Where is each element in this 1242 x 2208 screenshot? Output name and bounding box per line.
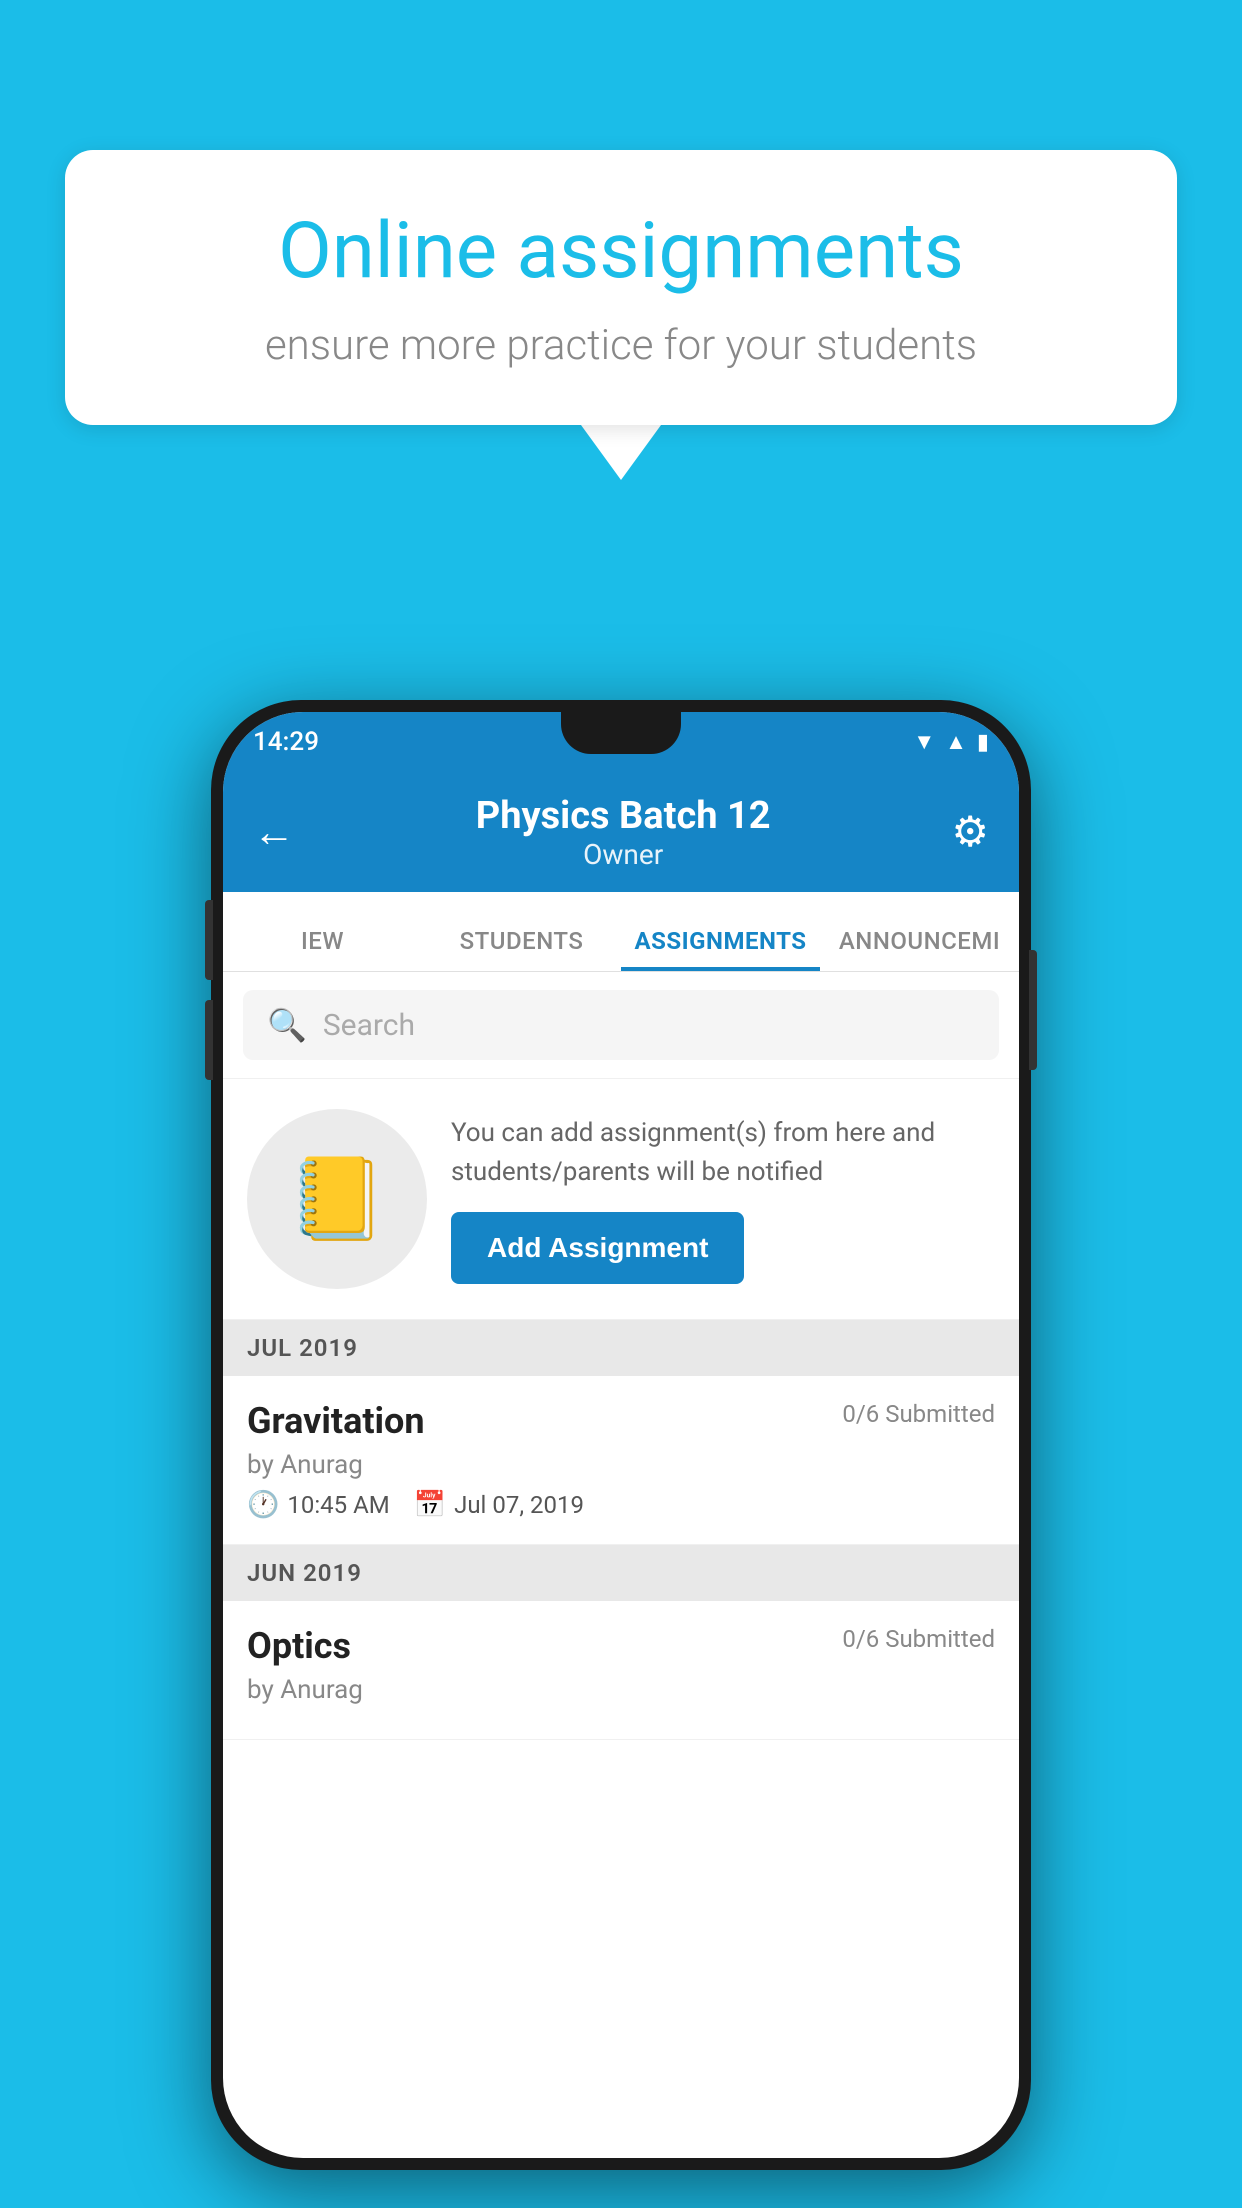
section-header-jun: JUN 2019 <box>223 1545 1019 1601</box>
tab-bar: IEW STUDENTS ASSIGNMENTS ANNOUNCEMI <box>223 892 1019 972</box>
tab-iew[interactable]: IEW <box>223 927 422 971</box>
power-button <box>1029 950 1037 1070</box>
signal-icon: ▲ <box>945 729 967 755</box>
assignment-top-optics: Optics 0/6 Submitted <box>247 1625 995 1667</box>
promo-content: You can add assignment(s) from here and … <box>451 1114 995 1284</box>
phone-frame: 14:29 ▼ ▲ ▮ ← Physics Batch 12 Owner ⚙ I… <box>211 700 1031 2170</box>
clock-icon: 🕐 <box>247 1490 279 1520</box>
speech-bubble-subtitle: ensure more practice for your students <box>135 321 1107 370</box>
tab-students[interactable]: STUDENTS <box>422 927 621 971</box>
section-header-jul: JUL 2019 <box>223 1320 1019 1376</box>
assignment-by-optics: by Anurag <box>247 1675 995 1705</box>
tab-assignments[interactable]: ASSIGNMENTS <box>621 927 820 971</box>
header-center: Physics Batch 12 Owner <box>476 794 771 871</box>
add-assignment-button[interactable]: Add Assignment <box>451 1212 744 1284</box>
header-subtitle: Owner <box>476 838 771 871</box>
add-assignment-promo: 📒 You can add assignment(s) from here an… <box>223 1079 1019 1320</box>
settings-icon[interactable]: ⚙ <box>951 807 989 857</box>
search-placeholder-text: Search <box>323 1008 415 1043</box>
speech-bubble-container: Online assignments ensure more practice … <box>65 150 1177 480</box>
assignment-date: 📅 Jul 07, 2019 <box>414 1490 584 1520</box>
assignment-item-optics[interactable]: Optics 0/6 Submitted by Anurag <box>223 1601 1019 1740</box>
volume-down-button <box>205 1000 213 1080</box>
assignment-status-optics: 0/6 Submitted <box>842 1625 995 1653</box>
notebook-icon: 📒 <box>287 1152 387 1246</box>
assignment-date-value: Jul 07, 2019 <box>454 1491 584 1519</box>
tab-announcements[interactable]: ANNOUNCEMI <box>820 927 1019 971</box>
battery-icon: ▮ <box>977 730 989 755</box>
speech-bubble-title: Online assignments <box>135 205 1107 299</box>
promo-text: You can add assignment(s) from here and … <box>451 1114 995 1192</box>
assignment-meta: 🕐 10:45 AM 📅 Jul 07, 2019 <box>247 1490 995 1520</box>
app-header: ← Physics Batch 12 Owner ⚙ <box>223 772 1019 892</box>
assignment-top: Gravitation 0/6 Submitted <box>247 1400 995 1442</box>
search-icon: 🔍 <box>267 1006 307 1044</box>
phone-screen: 14:29 ▼ ▲ ▮ ← Physics Batch 12 Owner ⚙ I… <box>223 712 1019 2158</box>
back-button[interactable]: ← <box>253 808 295 857</box>
assignment-name: Gravitation <box>247 1400 425 1442</box>
wifi-icon: ▼ <box>913 729 935 755</box>
header-title: Physics Batch 12 <box>476 794 771 838</box>
assignment-by: by Anurag <box>247 1450 995 1480</box>
assignment-status: 0/6 Submitted <box>842 1400 995 1428</box>
status-bar: 14:29 ▼ ▲ ▮ <box>223 712 1019 772</box>
status-time: 14:29 <box>253 727 319 757</box>
phone-content: IEW STUDENTS ASSIGNMENTS ANNOUNCEMI 🔍 Se… <box>223 892 1019 2158</box>
assignment-time-value: 10:45 AM <box>287 1491 389 1519</box>
search-input[interactable]: 🔍 Search <box>243 990 999 1060</box>
calendar-icon: 📅 <box>414 1490 446 1520</box>
status-icons: ▼ ▲ ▮ <box>913 729 989 755</box>
speech-bubble-arrow <box>581 425 661 480</box>
assignment-item-gravitation[interactable]: Gravitation 0/6 Submitted by Anurag 🕐 10… <box>223 1376 1019 1545</box>
assignment-time: 🕐 10:45 AM <box>247 1490 390 1520</box>
assignment-name-optics: Optics <box>247 1625 351 1667</box>
search-bar-container: 🔍 Search <box>223 972 1019 1079</box>
speech-bubble: Online assignments ensure more practice … <box>65 150 1177 425</box>
phone-notch <box>561 712 681 754</box>
promo-icon-circle: 📒 <box>247 1109 427 1289</box>
volume-up-button <box>205 900 213 980</box>
